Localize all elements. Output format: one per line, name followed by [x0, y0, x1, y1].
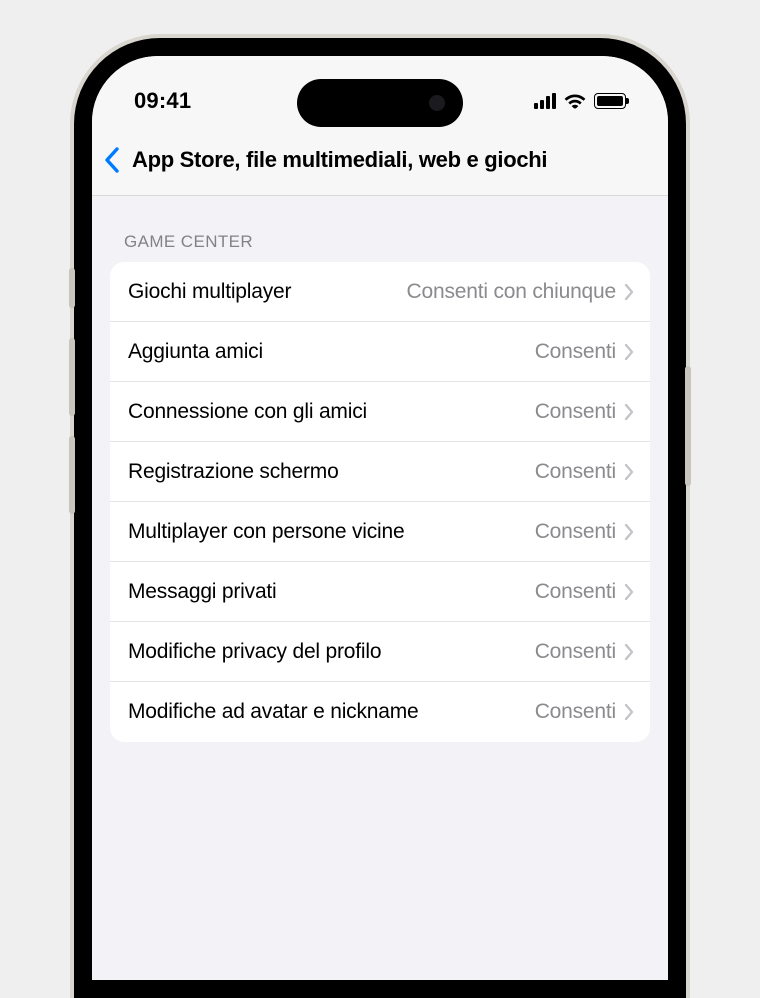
row-label: Giochi multiplayer [128, 280, 291, 304]
settings-row[interactable]: Modifiche ad avatar e nickname Consenti [110, 682, 650, 742]
settings-list: Giochi multiplayer Consenti con chiunque… [110, 262, 650, 742]
row-value: Consenti [389, 640, 616, 664]
row-value: Consenti [347, 460, 616, 484]
row-label: Modifiche privacy del profilo [128, 640, 381, 664]
row-label: Connessione con gli amici [128, 400, 367, 424]
settings-row[interactable]: Connessione con gli amici Consenti [110, 382, 650, 442]
wifi-icon [564, 93, 586, 109]
volume-down-button [69, 436, 75, 514]
status-icons [534, 93, 626, 109]
section-header: GAME CENTER [92, 196, 668, 262]
row-value: Consenti [271, 340, 616, 364]
screen: 09:41 App Store, file mul [92, 56, 668, 980]
row-value: Consenti con chiunque [299, 280, 616, 304]
row-label: Aggiunta amici [128, 340, 263, 364]
chevron-right-icon [624, 583, 634, 601]
settings-row[interactable]: Messaggi privati Consenti [110, 562, 650, 622]
phone-frame: 09:41 App Store, file mul [74, 38, 686, 998]
row-value: Consenti [285, 580, 616, 604]
row-value: Consenti [412, 520, 616, 544]
settings-row[interactable]: Aggiunta amici Consenti [110, 322, 650, 382]
row-value: Consenti [375, 400, 616, 424]
silence-switch [69, 268, 75, 308]
battery-icon [594, 93, 626, 109]
settings-row[interactable]: Modifiche privacy del profilo Consenti [110, 622, 650, 682]
settings-row[interactable]: Registrazione schermo Consenti [110, 442, 650, 502]
row-label: Messaggi privati [128, 580, 277, 604]
settings-row[interactable]: Multiplayer con persone vicine Consenti [110, 502, 650, 562]
chevron-right-icon [624, 523, 634, 541]
row-label: Registrazione schermo [128, 460, 339, 484]
chevron-right-icon [624, 643, 634, 661]
dynamic-island [297, 79, 463, 127]
navigation-bar: App Store, file multimediali, web e gioc… [92, 134, 668, 196]
front-camera [429, 95, 445, 111]
chevron-right-icon [624, 463, 634, 481]
status-time: 09:41 [134, 88, 191, 114]
back-button[interactable] [104, 146, 122, 174]
cellular-signal-icon [534, 93, 556, 109]
row-label: Modifiche ad avatar e nickname [128, 700, 419, 724]
chevron-right-icon [624, 283, 634, 301]
row-value: Consenti [427, 700, 617, 724]
chevron-right-icon [624, 343, 634, 361]
volume-up-button [69, 338, 75, 416]
row-label: Multiplayer con persone vicine [128, 520, 404, 544]
page-title: App Store, file multimediali, web e gioc… [132, 147, 547, 173]
chevron-right-icon [624, 703, 634, 721]
power-button [685, 366, 691, 486]
chevron-right-icon [624, 403, 634, 421]
settings-row[interactable]: Giochi multiplayer Consenti con chiunque [110, 262, 650, 322]
